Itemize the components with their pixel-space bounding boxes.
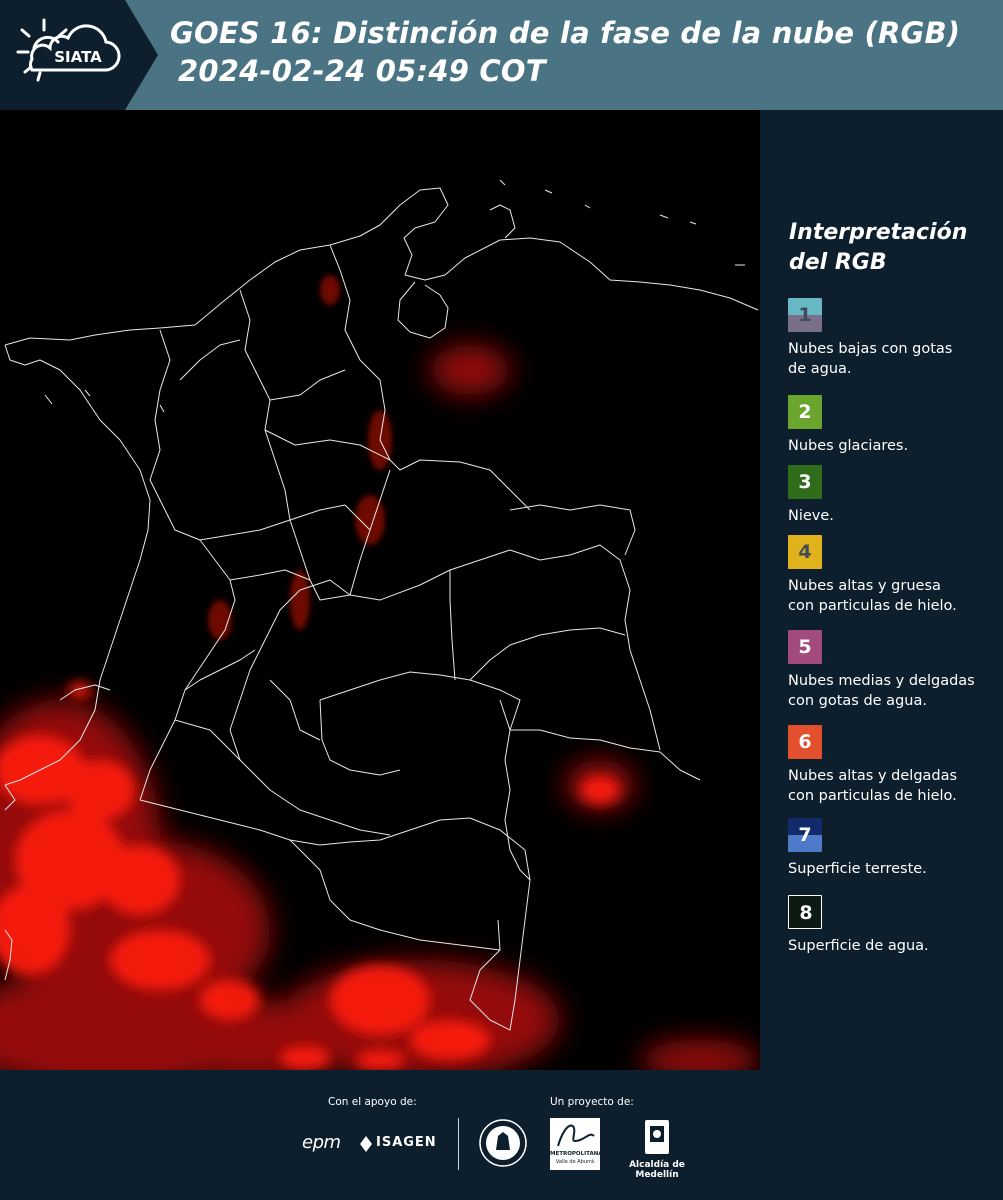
footer-bar: Con el apoyo de: Un proyecto de: epm ISA… <box>0 1070 1003 1200</box>
legend-swatch-number: 5 <box>798 636 812 658</box>
legend-swatch-number: 8 <box>799 902 813 924</box>
alcaldia-logo: Alcaldía de Medellín <box>612 1118 702 1180</box>
metropolitana-logo-subtext: Valle de Aburrá <box>555 1159 595 1165</box>
alcaldia-logo-text: Alcaldía de Medellín <box>629 1160 685 1180</box>
legend-item-7: 7 Superficie terreste. <box>788 818 998 879</box>
title-line-2: 2024-02-24 05:49 COT <box>178 54 546 88</box>
footer-divider <box>458 1118 459 1170</box>
legend-label-line-2: con particulas de hielo. <box>788 788 957 804</box>
support-caption: Con el apoyo de: <box>328 1096 417 1108</box>
legend-swatch: 5 <box>788 630 822 664</box>
legend-item-1: 1 Nubes bajas con gotas de agua. <box>788 298 998 379</box>
legend-label-line-2: de agua. <box>788 361 852 377</box>
metropolitana-logo-text: METROPOLITANA <box>550 1151 603 1157</box>
isagen-logo-text: ISAGEN <box>376 1135 437 1150</box>
legend-label-line-1: Superficie terreste. <box>788 861 927 877</box>
map-svg <box>0 110 760 1070</box>
title-line-1: GOES 16: Distinción de la fase de la nub… <box>170 16 961 50</box>
legend-label-line-1: Superficie de agua. <box>788 938 929 954</box>
legend-label: Nieve. <box>788 506 998 526</box>
siata-logo-text: SIATA <box>54 48 102 66</box>
legend-label-line-2: con particulas de hielo. <box>788 598 957 614</box>
legend-swatch: 8 <box>788 895 822 929</box>
legend-label: Nubes altas y gruesa con particulas de hi… <box>788 576 998 616</box>
legend-item-2: 2 Nubes glaciares. <box>788 395 998 456</box>
legend-label: Superficie de agua. <box>788 936 998 956</box>
legend-item-3: 3 Nieve. <box>788 465 998 526</box>
legend-label: Nubes bajas con gotas de agua. <box>788 339 998 379</box>
legend-swatch-number: 6 <box>798 731 812 753</box>
legend-title: Interpretación del RGB <box>789 218 967 278</box>
legend-swatch: 6 <box>788 725 822 759</box>
legend-swatch-number: 4 <box>798 541 812 563</box>
legend-item-6: 6 Nubes altas y delgadas con particulas de… <box>788 725 998 806</box>
legend-swatch-number: 1 <box>798 304 812 326</box>
legend-panel: Interpretación del RGB 1 Nubes bajas con … <box>760 110 1003 1070</box>
legend-swatch: 3 <box>788 465 822 499</box>
header-bar: SIATA GOES 16: Distinción de la fase de … <box>0 0 1003 110</box>
legend-item-4: 4 Nubes altas y gruesa con particulas de h… <box>788 535 998 616</box>
legend-label-line-1: Nubes altas y delgadas <box>788 768 958 784</box>
legend-label: Nubes medias y delgadas con gotas de agua… <box>788 671 998 711</box>
legend-swatch-number: 3 <box>798 471 812 493</box>
legend-swatch-number: 2 <box>798 401 812 423</box>
legend-label-line-1: Nubes glaciares. <box>788 438 909 454</box>
legend-label-line-1: Nubes altas y gruesa <box>788 578 941 594</box>
legend-swatch: 4 <box>788 535 822 569</box>
legend-item-5: 5 Nubes medias y delgadas con gotas de agu… <box>788 630 998 711</box>
isagen-mark-icon <box>360 1136 372 1152</box>
legend-swatch: 2 <box>788 395 822 429</box>
legend-label-line-1: Nubes bajas con gotas <box>788 341 953 357</box>
isagen-logo: ISAGEN <box>358 1132 448 1156</box>
project-caption: Un proyecto de: <box>550 1096 634 1108</box>
legend-label: Superficie terreste. <box>788 859 998 879</box>
seal-logo <box>478 1118 528 1168</box>
siata-logo: SIATA <box>0 0 160 110</box>
legend-label-line-1: Nieve. <box>788 508 834 524</box>
legend-swatch: 7 <box>788 818 822 852</box>
epm-logo: epm <box>302 1132 341 1153</box>
metropolitana-logo: METROPOLITANA Valle de Aburrá <box>550 1118 603 1170</box>
legend-title-line-1: Interpretación <box>789 220 968 245</box>
alcaldia-shield-icon <box>645 1120 669 1154</box>
area-script-icon <box>557 1124 595 1147</box>
legend-item-8: 8 Superficie de agua. <box>788 895 998 956</box>
legend-label: Nubes glaciares. <box>788 436 998 456</box>
legend-swatch: 1 <box>788 298 822 332</box>
legend-swatch-number: 7 <box>798 824 812 846</box>
legend-label: Nubes altas y delgadas con particulas de … <box>788 766 998 806</box>
seal-icon <box>479 1119 527 1167</box>
satellite-map <box>0 110 760 1070</box>
legend-label-line-1: Nubes medias y delgadas <box>788 673 975 689</box>
legend-title-line-2: del RGB <box>789 250 887 275</box>
page-title: GOES 16: Distinción de la fase de la nub… <box>170 14 960 90</box>
legend-label-line-2: con gotas de agua. <box>788 693 927 709</box>
